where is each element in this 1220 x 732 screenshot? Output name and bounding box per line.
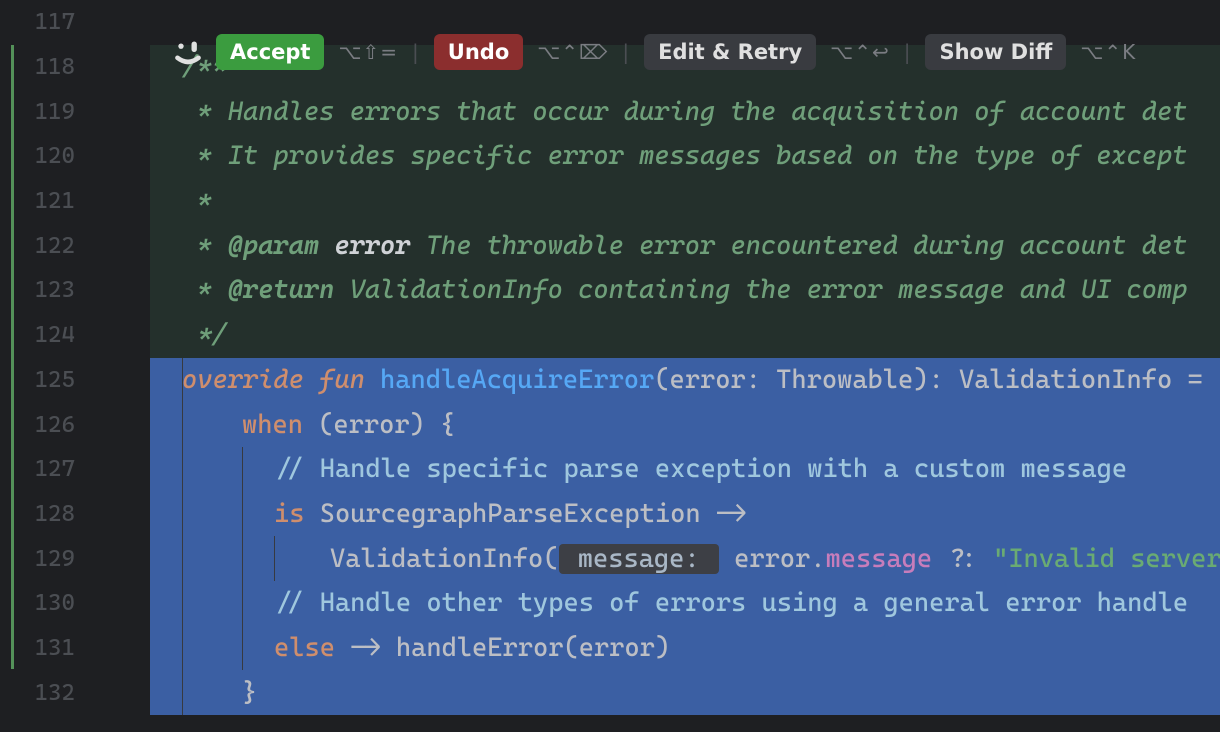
- line-number[interactable]: 122: [0, 223, 150, 268]
- line-number[interactable]: 131: [0, 626, 150, 671]
- separator: |: [622, 40, 630, 64]
- shortcut-hint: ⌥⌃K: [1080, 40, 1136, 64]
- accept-button[interactable]: Accept: [216, 34, 324, 70]
- code-text: override fun handleAcquireError(error: T…: [182, 365, 1203, 395]
- code-line[interactable]: override fun handleAcquireError(error: T…: [150, 358, 1220, 403]
- shortcut-hint: ⌥⇧=: [338, 40, 398, 64]
- line-number[interactable]: 127: [0, 447, 150, 492]
- editor[interactable]: /** * Handles errors that occur during t…: [150, 0, 1220, 732]
- doc-comment: *: [182, 186, 212, 216]
- code-line[interactable]: * @param error The throwable error encou…: [150, 223, 1220, 268]
- code-line[interactable]: // Handle specific parse exception with …: [150, 447, 1220, 492]
- line-number[interactable]: 118: [0, 45, 150, 90]
- inline-action-toolbar: Accept ⌥⇧= | Undo ⌥⌃⌦ | Edit & Retry ⌥⌃↩…: [170, 28, 1220, 76]
- code-line[interactable]: * @return ValidationInfo containing the …: [150, 268, 1220, 313]
- gutter: 117 118 119 120 121 122 123 124 125 126 …: [0, 0, 150, 732]
- code-text: when (error) {: [242, 410, 455, 440]
- line-number[interactable]: 129: [0, 536, 150, 581]
- line-number[interactable]: 130: [0, 581, 150, 626]
- code-text: is SourcegraphParseException ->: [274, 499, 746, 529]
- line-number[interactable]: 119: [0, 89, 150, 134]
- separator: |: [904, 40, 912, 64]
- line-number[interactable]: 132: [0, 670, 150, 715]
- edit-retry-button[interactable]: Edit & Retry: [644, 34, 816, 70]
- code-line[interactable]: */: [150, 313, 1220, 358]
- code-text: else -> handleError(error): [274, 633, 670, 663]
- line-number[interactable]: 125: [0, 358, 150, 403]
- line-number[interactable]: 126: [0, 402, 150, 447]
- line-number[interactable]: 128: [0, 492, 150, 537]
- code-line[interactable]: }: [150, 670, 1220, 715]
- undo-button[interactable]: Undo: [434, 34, 523, 70]
- shortcut-hint: ⌥⌃↩: [830, 40, 890, 64]
- code-line[interactable]: *: [150, 179, 1220, 224]
- code-line[interactable]: * It provides specific error messages ba…: [150, 134, 1220, 179]
- comment: // Handle specific parse exception with …: [274, 454, 1127, 484]
- shortcut-hint: ⌥⌃⌦: [537, 40, 608, 64]
- doc-comment: * It provides specific error messages ba…: [182, 141, 1187, 171]
- doc-comment: * @return ValidationInfo containing the …: [182, 275, 1187, 305]
- parameter-hint: message:: [559, 544, 719, 574]
- code-line[interactable]: when (error) {: [150, 402, 1220, 447]
- comment: // Handle other types of errors using a …: [274, 588, 1188, 618]
- cody-logo-icon: [174, 38, 202, 66]
- code-line[interactable]: // Handle other types of errors using a …: [150, 581, 1220, 626]
- line-number[interactable]: 124: [0, 313, 150, 358]
- show-diff-button[interactable]: Show Diff: [925, 34, 1066, 70]
- line-number[interactable]: 117: [0, 0, 150, 45]
- doc-comment: * @param error The throwable error encou…: [182, 231, 1187, 261]
- line-number[interactable]: 120: [0, 134, 150, 179]
- line-number[interactable]: 121: [0, 179, 150, 224]
- line-number[interactable]: 123: [0, 268, 150, 313]
- code-line[interactable]: else -> handleError(error): [150, 626, 1220, 671]
- separator: |: [412, 40, 420, 64]
- code-text: ValidationInfo( message: error.message ?…: [330, 544, 1220, 574]
- code-text: }: [242, 678, 257, 708]
- code-line[interactable]: is SourcegraphParseException ->: [150, 492, 1220, 537]
- code-line[interactable]: * Handles errors that occur during the a…: [150, 89, 1220, 134]
- doc-comment: */: [182, 320, 228, 350]
- code-line[interactable]: ValidationInfo( message: error.message ?…: [150, 536, 1220, 581]
- doc-comment: * Handles errors that occur during the a…: [182, 97, 1187, 127]
